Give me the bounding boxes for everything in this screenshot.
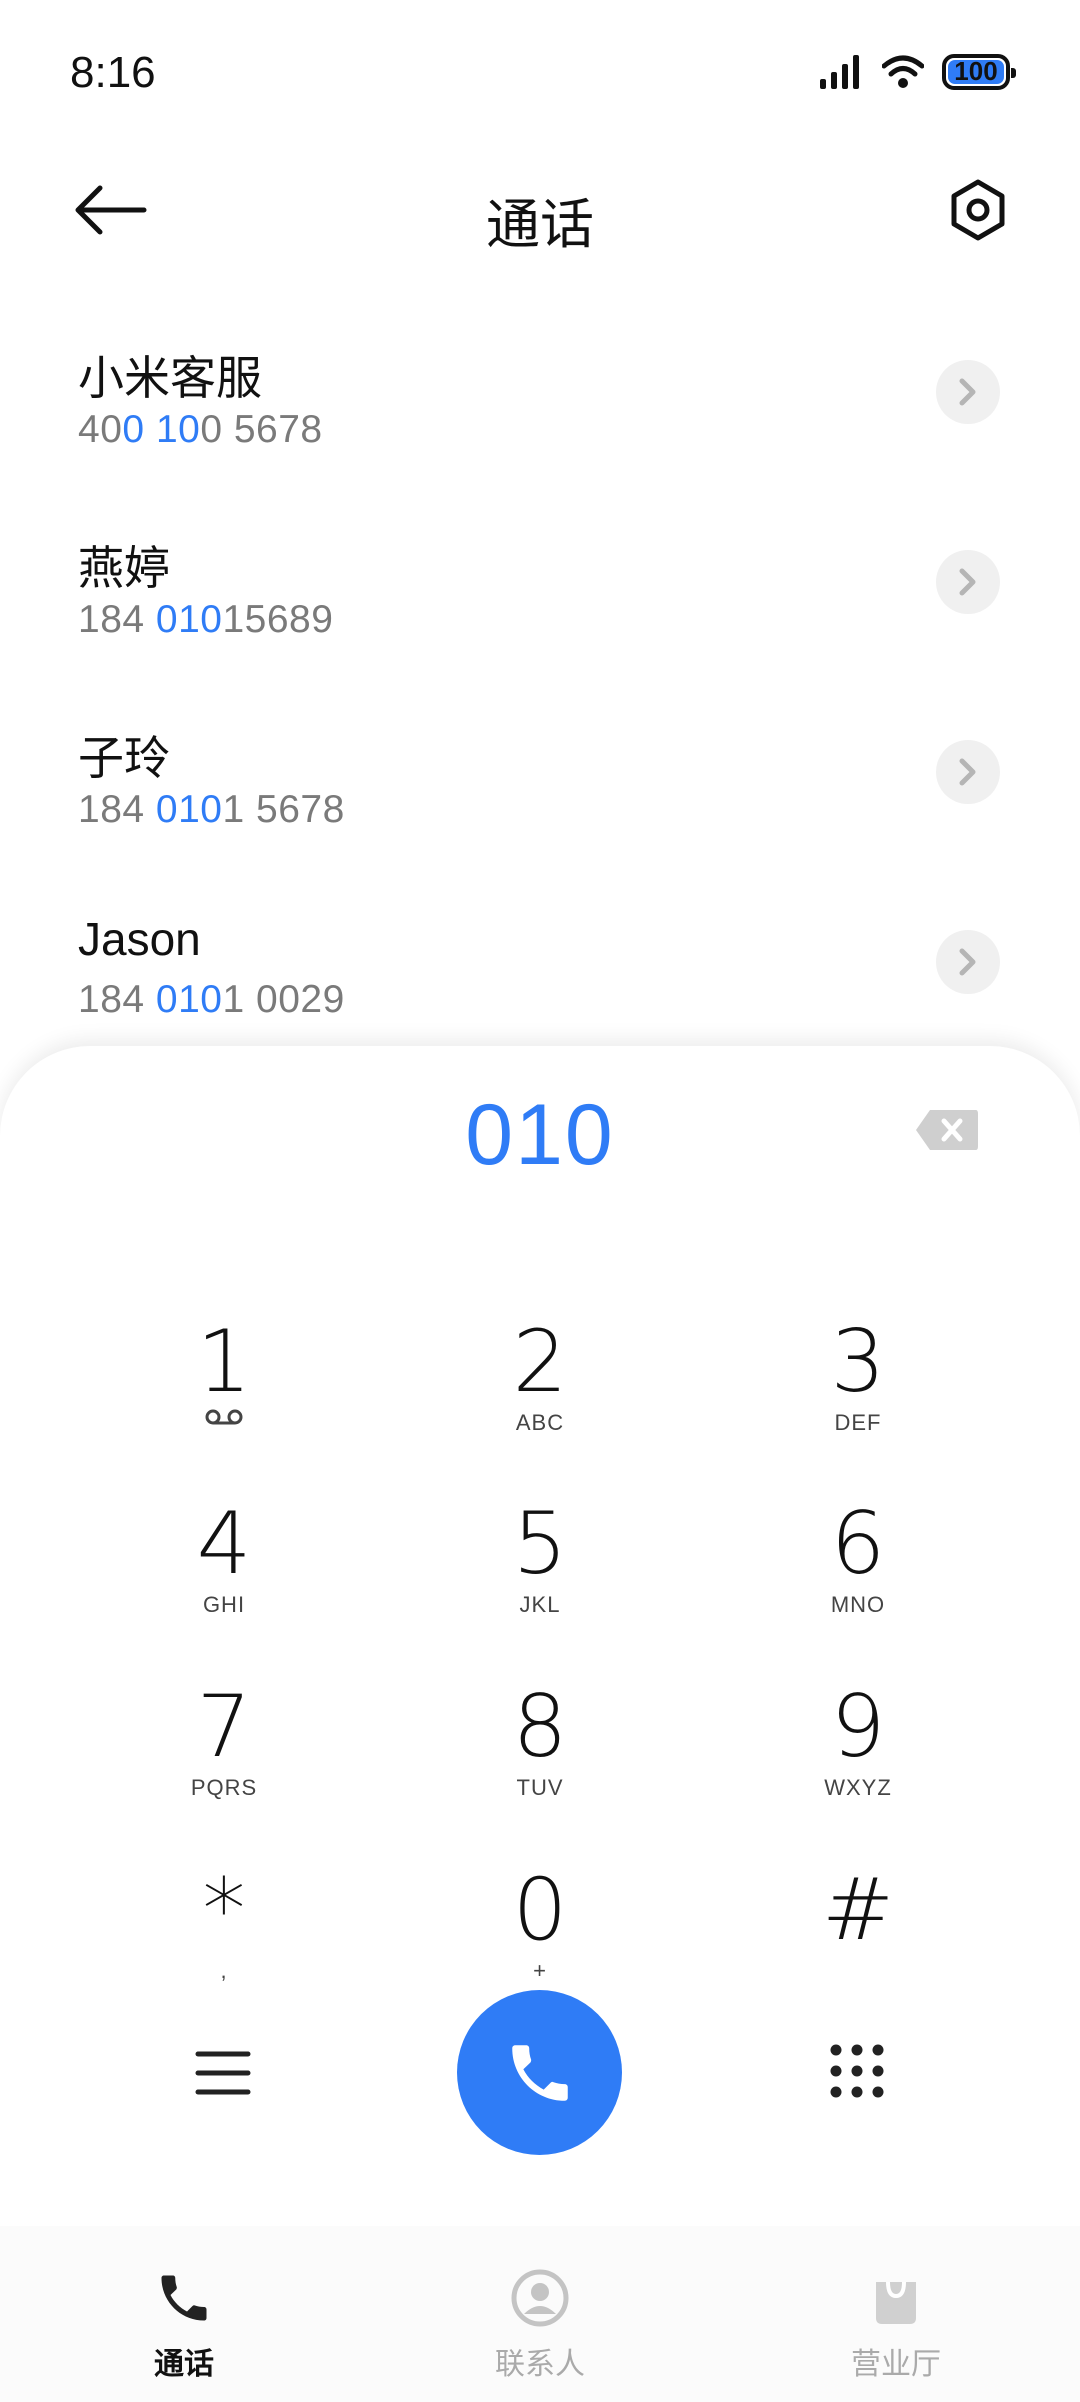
key-digit: 4 <box>196 1494 252 1594</box>
key-letters: GHI <box>202 1592 246 1617</box>
tab-contacts[interactable]: 联系人 <box>420 2226 660 2383</box>
contact-icon <box>511 2269 569 2327</box>
key-letters: MNO <box>830 1592 886 1617</box>
key-letters: ABC <box>515 1410 565 1435</box>
dial-key-5[interactable]: 5 JKL <box>440 1498 640 1648</box>
contact-name: 子玲 <box>78 732 170 784</box>
number-part: 184 <box>78 598 156 641</box>
contact-name: 燕婷 <box>78 542 170 594</box>
contact-number: 184 0101 5678 <box>78 788 345 832</box>
contact-detail-button[interactable] <box>936 550 1000 614</box>
key-letters: + <box>533 1958 547 1983</box>
contact-name: Jason <box>78 913 201 965</box>
tab-calls[interactable]: 通话 <box>64 2226 304 2383</box>
key-letters: TUV <box>516 1775 564 1800</box>
tab-label: 营业厅 <box>851 2348 941 2381</box>
key-letters: DEF <box>834 1410 882 1435</box>
chevron-right-icon <box>959 948 976 976</box>
dialpad-grid-icon[interactable] <box>828 2042 886 2100</box>
number-part: 40 <box>78 408 123 451</box>
chevron-right-icon <box>959 568 976 596</box>
number-match-highlight: 010 <box>155 978 223 1021</box>
number-part: 184 <box>78 978 156 1021</box>
battery-icon: 100 <box>942 54 1016 90</box>
key-digit: 7 <box>196 1677 252 1777</box>
key-digit: * <box>202 1860 246 1960</box>
contact-results-list: 小米客服 400 100 5678 燕婷 184 01015689 子玲 184… <box>0 300 1080 1060</box>
phone-icon <box>161 2275 207 2321</box>
key-letters: WXYZ <box>824 1775 892 1800</box>
dialpad-panel: 010 1 2 ABC 3 DEF 4 GHI 5 JKL 6 MNO 7 PQ… <box>0 1046 1080 2402</box>
tab-label: 通话 <box>154 2348 214 2381</box>
dial-key-7[interactable]: 7 PQRS <box>124 1681 324 1831</box>
contact-detail-button[interactable] <box>936 930 1000 994</box>
number-part: 0 5678 <box>200 408 323 451</box>
contact-result-item[interactable]: Jason 184 0101 0029 <box>0 870 1080 1060</box>
wifi-icon <box>882 55 924 88</box>
key-digit: # <box>821 1860 895 1960</box>
contact-name: 小米客服 <box>78 352 262 404</box>
dial-key-8[interactable]: 8 TUV <box>440 1681 640 1831</box>
chevron-right-icon <box>959 378 976 406</box>
bottom-tab-bar: 通话 联系人 营业厅 <box>0 2226 1080 2402</box>
contact-result-item[interactable]: 子玲 184 0101 5678 <box>0 680 1080 870</box>
status-time: 8:16 <box>70 48 156 97</box>
contact-result-item[interactable]: 小米客服 400 100 5678 <box>0 300 1080 490</box>
dial-key-9[interactable]: 9 WXYZ <box>758 1681 958 1831</box>
dial-key-4[interactable]: 4 GHI <box>124 1498 324 1648</box>
call-button[interactable] <box>457 1990 622 2155</box>
backspace-icon[interactable] <box>914 1108 980 1152</box>
key-digit: 8 <box>512 1677 568 1777</box>
tab-label: 联系人 <box>495 2348 585 2381</box>
contact-number: 184 01015689 <box>78 598 333 642</box>
dialpad-actions <box>0 1990 1080 2170</box>
status-bar: 8:16 100 <box>0 0 1080 150</box>
dial-key-6[interactable]: 6 MNO <box>758 1498 958 1648</box>
key-letters: , <box>220 1958 228 1983</box>
key-digit: 1 <box>196 1312 252 1412</box>
number-match-highlight: 0 <box>122 408 145 451</box>
key-digit: 3 <box>830 1312 886 1412</box>
contact-number: 184 0101 0029 <box>78 978 345 1022</box>
page-title: 通话 <box>486 195 594 255</box>
key-letters: JKL <box>519 1592 561 1617</box>
chevron-right-icon <box>959 758 976 786</box>
tab-service-hall[interactable]: 营业厅 <box>776 2226 1016 2383</box>
header: 通话 <box>0 150 1080 270</box>
number-part: 184 <box>78 788 156 831</box>
key-digit: 5 <box>512 1494 568 1594</box>
key-digit: 6 <box>830 1494 886 1594</box>
settings-icon[interactable] <box>946 178 1010 242</box>
dial-key-1[interactable]: 1 <box>124 1316 324 1466</box>
dial-key-3[interactable]: 3 DEF <box>758 1316 958 1466</box>
key-digit: 9 <box>830 1677 886 1777</box>
number-part: 1 5678 <box>222 788 345 831</box>
number-match-highlight: 010 <box>155 788 223 831</box>
number-match-highlight: 10 <box>155 408 201 451</box>
signal-icon <box>820 55 859 89</box>
phone-icon <box>511 2044 568 2101</box>
battery-level: 100 <box>954 56 998 86</box>
contact-number: 400 100 5678 <box>78 408 323 452</box>
voicemail-icon <box>205 1409 243 1425</box>
contact-detail-button[interactable] <box>936 740 1000 804</box>
key-digit: 0 <box>512 1860 568 1960</box>
key-letters: PQRS <box>190 1775 258 1800</box>
key-digit: 2 <box>512 1312 568 1412</box>
contact-result-item[interactable]: 燕婷 184 01015689 <box>0 490 1080 680</box>
number-match-highlight: 010 <box>155 598 223 641</box>
number-part: 1 0029 <box>222 978 345 1021</box>
shopping-bag-icon <box>876 2281 916 2324</box>
number-part <box>145 408 156 451</box>
number-part: 15689 <box>222 598 334 641</box>
contact-detail-button[interactable] <box>936 360 1000 424</box>
dial-key-2[interactable]: 2 ABC <box>440 1316 640 1466</box>
menu-icon[interactable] <box>195 2048 251 2098</box>
status-icons: 100 <box>820 54 1016 90</box>
